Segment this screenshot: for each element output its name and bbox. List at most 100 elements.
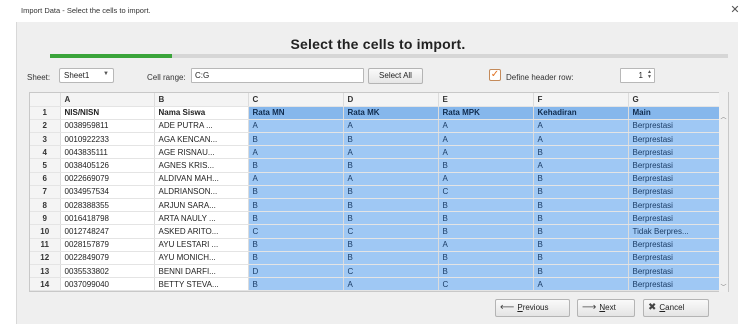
table-cell[interactable]: D [248,264,344,279]
next-button[interactable]: ⟶ Next [577,299,635,317]
table-cell[interactable]: Berprestasi [628,264,721,279]
table-cell[interactable]: B [533,198,629,213]
table-cell[interactable]: 0022669079 [60,172,155,186]
row-number[interactable]: 2 [30,119,61,134]
table-cell[interactable]: Berprestasi [628,119,721,134]
table-cell[interactable]: 0038959811 [60,119,155,134]
table-cell[interactable]: AYU LESTARI ... [154,238,249,252]
define-header-checkbox[interactable]: ✓ [489,69,501,81]
column-header[interactable]: B [154,93,249,107]
table-cell[interactable]: B [438,211,534,226]
table-cell[interactable]: ARTA NAULY ... [154,211,249,226]
table-cell[interactable]: 0028157879 [60,238,155,252]
table-cell[interactable]: A [343,277,439,291]
table-cell[interactable]: 0035533802 [60,264,155,279]
table-cell[interactable]: 0016418798 [60,211,155,226]
table-cell[interactable]: B [343,238,439,252]
table-cell[interactable]: A [343,172,439,186]
row-number[interactable]: 4 [30,145,61,160]
table-cell[interactable]: A [438,238,534,252]
table-cell[interactable]: AGA KENCAN... [154,132,249,147]
table-cell[interactable]: A [533,277,629,291]
table-cell[interactable]: B [533,224,629,239]
table-cell[interactable]: B [248,238,344,252]
table-cell[interactable]: A [248,119,344,134]
table-cell[interactable]: B [533,145,629,160]
table-cell[interactable]: B [533,185,629,200]
table-cell[interactable]: B [343,198,439,213]
table-cell[interactable]: Tidak Berpres... [628,224,721,239]
table-cell[interactable]: C [438,277,534,291]
table-cell[interactable]: B [438,224,534,239]
table-cell[interactable]: Berprestasi [628,211,721,226]
table-cell[interactable]: A [438,132,534,147]
header-row-spinner[interactable]: 1 ▲ ▼ [620,68,655,83]
table-cell[interactable]: B [343,132,439,147]
table-cell[interactable]: AGNES KRIS... [154,158,249,173]
table-cell[interactable]: 0037099040 [60,277,155,291]
table-cell[interactable]: Berprestasi [628,251,721,265]
table-cell[interactable]: ALDRIANSON... [154,185,249,200]
table-cell[interactable]: Berprestasi [628,277,721,291]
table-cell[interactable]: C [438,185,534,200]
table-cell[interactable]: 0038405126 [60,158,155,173]
table-cell[interactable]: Berprestasi [628,198,721,213]
row-number[interactable]: 10 [30,224,61,239]
table-cell[interactable]: BETTY STEVA... [154,277,249,291]
table-cell[interactable]: 0012748247 [60,224,155,239]
table-cell[interactable]: AYU MONICH... [154,251,249,265]
table-cell[interactable]: ASKED ARITO... [154,224,249,239]
table-cell[interactable]: B [533,211,629,226]
table-cell[interactable]: A [438,145,534,160]
table-cell[interactable]: C [343,264,439,279]
table-cell[interactable]: Rata MN [248,106,344,120]
table-cell[interactable]: B [533,238,629,252]
table-cell[interactable]: AGE RISNAU... [154,145,249,160]
table-cell[interactable]: B [248,185,344,200]
table-cell[interactable]: Main [628,106,721,120]
select-all-button[interactable]: Select All [368,68,423,84]
sheet-select[interactable]: Sheet1 ▼ [59,68,114,83]
table-cell[interactable]: B [248,158,344,173]
row-number[interactable]: 13 [30,264,61,279]
table-cell[interactable]: B [343,211,439,226]
table-cell[interactable]: 0022849079 [60,251,155,265]
row-number[interactable]: 5 [30,158,61,173]
table-cell[interactable]: C [248,224,344,239]
table-cell[interactable]: A [343,119,439,134]
column-header[interactable]: C [248,93,344,107]
column-header[interactable]: D [343,93,439,107]
table-cell[interactable]: B [248,251,344,265]
table-cell[interactable]: NIS/NISN [60,106,155,120]
previous-button[interactable]: ⟵ Previous [495,299,570,317]
table-cell[interactable]: B [248,132,344,147]
table-cell[interactable]: B [248,198,344,213]
row-number[interactable]: 9 [30,211,61,226]
row-number[interactable]: 11 [30,238,61,252]
table-cell[interactable]: B [438,198,534,213]
table-cell[interactable]: Kehadiran [533,106,629,120]
table-cell[interactable]: A [248,145,344,160]
table-cell[interactable]: 0028388355 [60,198,155,213]
table-cell[interactable]: B [533,172,629,186]
table-cell[interactable]: ADE PUTRA ... [154,119,249,134]
table-cell[interactable]: B [248,211,344,226]
row-number[interactable]: 3 [30,132,61,147]
column-header[interactable]: A [60,93,155,107]
table-cell[interactable]: A [438,172,534,186]
row-number[interactable]: 6 [30,172,61,186]
table-cell[interactable]: Berprestasi [628,185,721,200]
table-cell[interactable]: C [343,224,439,239]
row-number[interactable]: 7 [30,185,61,200]
scroll-up-icon[interactable]: ︿ [719,112,728,121]
table-cell[interactable]: B [438,158,534,173]
table-cell[interactable]: B [343,185,439,200]
table-cell[interactable]: A [248,172,344,186]
table-cell[interactable]: B [343,158,439,173]
spinner-arrows-icon[interactable]: ▲ ▼ [647,70,652,80]
cancel-button[interactable]: ✖ Cancel [643,299,709,317]
table-cell[interactable]: 0043835111 [60,145,155,160]
scroll-down-icon[interactable]: ﹀ [719,282,728,291]
table-cell[interactable]: Berprestasi [628,145,721,160]
table-cell[interactable]: Berprestasi [628,132,721,147]
